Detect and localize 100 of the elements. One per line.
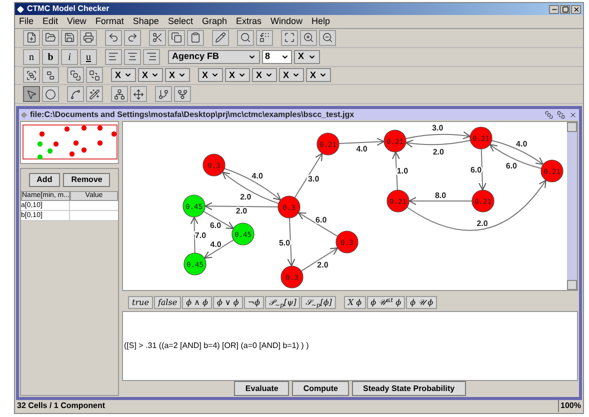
ungroup-button[interactable] bbox=[42, 67, 59, 84]
text-style-button[interactable]: u bbox=[80, 48, 97, 65]
menu-item[interactable]: Extras bbox=[236, 14, 262, 28]
dropdown-value: X bbox=[202, 68, 208, 82]
redo-icon bbox=[127, 32, 138, 44]
fork-icon bbox=[177, 88, 188, 100]
formula-button[interactable]: 𝒫$_{∼p}$[ψ] bbox=[264, 296, 300, 309]
dropdown[interactable]: X bbox=[252, 68, 277, 82]
align-right-button[interactable] bbox=[143, 48, 160, 65]
rate-label: 2.0 bbox=[317, 260, 328, 270]
paste-button[interactable] bbox=[187, 30, 204, 46]
minimize-button[interactable] bbox=[549, 4, 559, 14]
dropdown[interactable]: X bbox=[111, 68, 136, 82]
cut-button[interactable] bbox=[149, 30, 166, 46]
new-file-button[interactable] bbox=[23, 30, 40, 46]
search-button[interactable] bbox=[237, 30, 254, 46]
menu-item[interactable]: Select bbox=[168, 14, 193, 28]
bring-front-button[interactable] bbox=[67, 67, 84, 84]
open-button[interactable] bbox=[42, 30, 59, 46]
network-button[interactable] bbox=[111, 86, 128, 102]
menu-item[interactable]: Help bbox=[312, 14, 330, 28]
zoom-in-button[interactable] bbox=[300, 30, 317, 46]
state-node[interactable] bbox=[386, 190, 410, 212]
formula-button[interactable]: ϕ 𝒰$^{≤t}$ ϕ bbox=[366, 296, 406, 309]
maximize-button[interactable] bbox=[560, 4, 570, 14]
state-node[interactable] bbox=[470, 126, 492, 150]
spline-button[interactable] bbox=[67, 86, 84, 102]
move-button[interactable] bbox=[130, 86, 147, 102]
open-icon bbox=[45, 32, 56, 44]
menu-item[interactable]: Edit bbox=[42, 14, 58, 28]
undo-button[interactable] bbox=[105, 30, 122, 46]
dropdown[interactable]: X bbox=[165, 68, 190, 82]
formula-editor[interactable]: ([S] > .31 ((a=2 [AND] b=4) [OR] (a=0 [AND] b=1) ) ) bbox=[122, 311, 578, 381]
action-button[interactable]: Compute bbox=[292, 381, 349, 396]
send-back-button[interactable] bbox=[86, 67, 103, 84]
state-node[interactable] bbox=[182, 194, 206, 218]
dropdown-value: X bbox=[298, 50, 304, 63]
menu-item[interactable]: Shape bbox=[132, 14, 159, 28]
state-node[interactable] bbox=[184, 252, 206, 276]
edit-button[interactable] bbox=[212, 30, 229, 46]
pointer-button[interactable] bbox=[23, 86, 40, 102]
state-node[interactable] bbox=[540, 160, 564, 182]
action-button[interactable]: Steady State Probability bbox=[352, 381, 466, 396]
menu-item[interactable]: Format bbox=[95, 14, 124, 28]
state-node[interactable] bbox=[232, 222, 254, 246]
dropdown[interactable]: Agency FB bbox=[168, 50, 260, 64]
formula-button[interactable]: 𝒮$_{∼p}$[ϕ] bbox=[301, 296, 336, 309]
align-left-button[interactable] bbox=[105, 48, 122, 65]
action-button[interactable]: Evaluate bbox=[234, 381, 290, 396]
vertical-scrollbar[interactable] bbox=[567, 122, 577, 290]
rate-label: 7.0 bbox=[194, 230, 206, 240]
fork-button[interactable] bbox=[174, 86, 191, 102]
state-node[interactable] bbox=[278, 196, 300, 218]
restore-button[interactable] bbox=[544, 110, 553, 119]
align-center-button[interactable] bbox=[124, 48, 141, 65]
dropdown[interactable]: X bbox=[279, 68, 304, 82]
transition-arrow bbox=[204, 239, 234, 259]
state-node[interactable] bbox=[316, 132, 340, 156]
state-node[interactable] bbox=[472, 190, 494, 212]
replace-button[interactable] bbox=[256, 30, 273, 46]
dropdown[interactable]: X bbox=[225, 68, 250, 82]
text-style-button[interactable]: n bbox=[23, 48, 40, 65]
print-button[interactable] bbox=[80, 30, 97, 46]
state-node[interactable] bbox=[202, 154, 226, 176]
dropdown[interactable]: X bbox=[294, 50, 320, 64]
dropdown[interactable]: X bbox=[198, 68, 223, 82]
close-button[interactable] bbox=[571, 4, 581, 14]
fit-button[interactable] bbox=[281, 30, 298, 46]
state-node[interactable] bbox=[280, 266, 304, 288]
menu-item[interactable]: View bbox=[67, 14, 86, 28]
group-button[interactable] bbox=[23, 67, 40, 84]
variable-button[interactable]: Remove bbox=[63, 173, 110, 187]
menu-item[interactable]: Graph bbox=[202, 14, 227, 28]
branch-button[interactable] bbox=[155, 86, 172, 102]
formula-button[interactable]: ¬ϕ bbox=[244, 296, 264, 309]
formula-button[interactable]: true bbox=[128, 296, 153, 309]
formula-button[interactable]: ϕ ∨ ϕ bbox=[212, 296, 243, 309]
dropdown[interactable]: X bbox=[138, 68, 163, 82]
menu-item[interactable]: Window bbox=[270, 14, 302, 28]
text-style-button[interactable]: i bbox=[61, 48, 78, 65]
wand-button[interactable] bbox=[86, 86, 103, 102]
save-button[interactable] bbox=[61, 30, 78, 46]
ellipse-button[interactable] bbox=[42, 86, 59, 102]
variable-button[interactable]: Add bbox=[28, 173, 60, 187]
formula-button[interactable]: false bbox=[154, 296, 182, 309]
zoom-out-button[interactable] bbox=[319, 30, 336, 46]
dropdown[interactable]: X bbox=[306, 68, 331, 82]
state-node[interactable] bbox=[336, 230, 358, 254]
state-node[interactable] bbox=[384, 130, 406, 152]
formula-button[interactable]: ϕ ∧ ϕ bbox=[182, 296, 212, 309]
redo-button[interactable] bbox=[124, 30, 141, 46]
font-size-field[interactable]: 8 bbox=[262, 50, 292, 64]
menu-item[interactable]: File bbox=[19, 14, 34, 28]
close-button[interactable] bbox=[568, 110, 577, 119]
copy-button[interactable] bbox=[168, 30, 185, 46]
formula-button[interactable]: ϕ 𝒰 ϕ bbox=[406, 296, 438, 309]
close-icon bbox=[568, 110, 576, 118]
text-style-button[interactable]: b bbox=[42, 48, 59, 65]
detach-button[interactable] bbox=[556, 110, 565, 119]
formula-button[interactable]: X ϕ bbox=[344, 296, 366, 309]
